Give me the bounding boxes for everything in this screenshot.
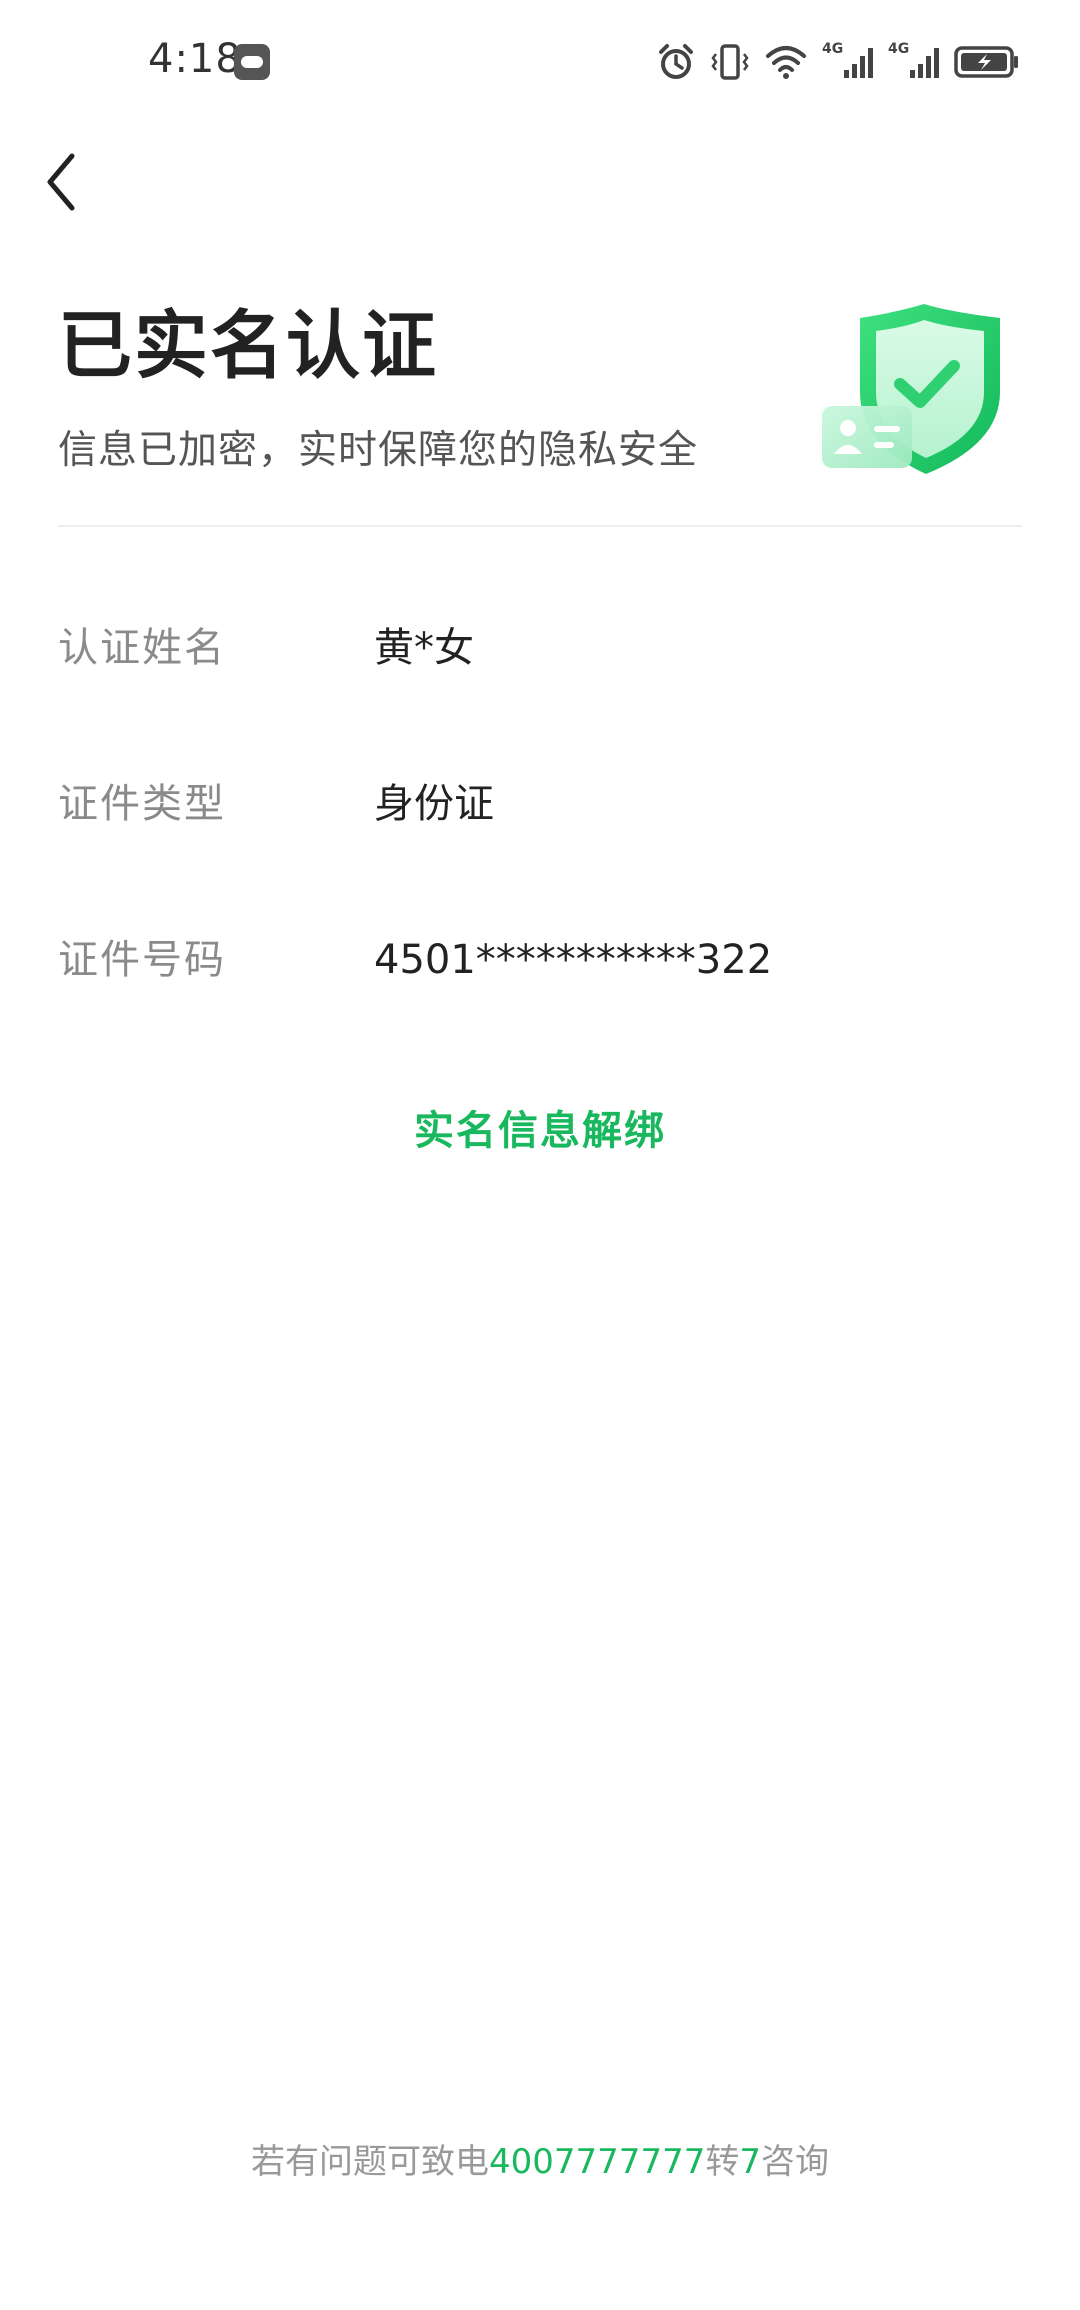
status-bar: 4:18 4G 4G [0, 0, 1080, 124]
info-row-id-type: 证件类型 身份证 [58, 764, 1022, 844]
info-row-id-number: 证件号码 4501***********322 [58, 920, 1022, 1000]
footer-contact: 若有问题可致电4007777777转7咨询 [0, 2132, 1080, 2192]
shield-check-id-card-icon [822, 304, 1000, 474]
header-divider [58, 525, 1022, 527]
4g-signal-icon: 4G [888, 42, 940, 82]
footer-suffix: 咨询 [760, 2142, 829, 2182]
alarm-icon [659, 44, 693, 79]
footer-extension: 7 [739, 2142, 761, 2182]
fish-app-icon [234, 44, 270, 80]
back-button[interactable] [40, 148, 84, 216]
info-value: 黄*女 [374, 625, 474, 671]
info-label: 证件号码 [58, 937, 226, 983]
wifi-icon [766, 46, 806, 79]
info-value: 身份证 [374, 781, 494, 827]
phone-link[interactable]: 4007777777 [489, 2142, 705, 2182]
unbind-real-name-button[interactable]: 实名信息解绑 [0, 1096, 1080, 1166]
4g-signal-icon: 4G [822, 42, 874, 82]
page-title: 已实名认证 [58, 303, 438, 389]
info-value: 4501***********322 [374, 937, 773, 983]
chevron-left-icon [47, 153, 75, 211]
footer-prefix: 若有问题可致电 [251, 2142, 490, 2182]
info-label: 认证姓名 [58, 625, 226, 671]
info-label: 证件类型 [58, 781, 226, 827]
page-subtitle: 信息已加密，实时保障您的隐私安全 [58, 428, 699, 473]
status-time: 4:18 [148, 36, 242, 82]
battery-charging-icon [954, 46, 1018, 78]
info-row-name: 认证姓名 黄*女 [58, 608, 1022, 688]
status-icons: 4G 4G [656, 40, 1020, 84]
footer-middle: 转 [705, 2142, 740, 2182]
vibrate-icon [711, 44, 749, 80]
